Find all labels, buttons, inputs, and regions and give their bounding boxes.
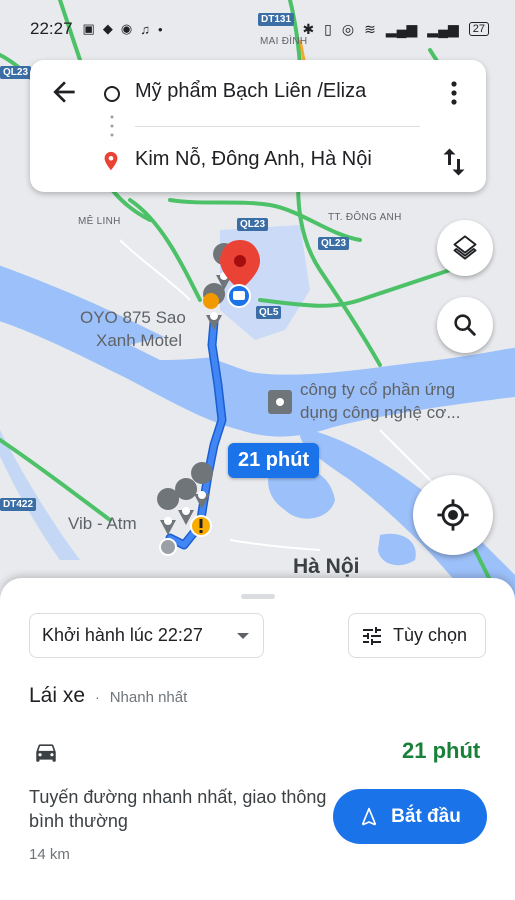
my-location-button[interactable] [413,475,493,555]
tune-icon [363,626,381,645]
destination-pin-icon [104,151,118,171]
map-label: MÊ LINH [78,216,121,227]
car-icon [36,744,56,762]
road-badge: DT131 [258,13,295,26]
depart-time-dropdown[interactable]: Khởi hành lúc 22:27 [29,613,264,658]
options-button[interactable]: Tùy chọn [348,613,486,658]
map-label: MAI ĐÌNH [260,36,308,47]
road-badge: QL5 [256,306,282,319]
status-right: ✱ ▯ ◎ ≋ ▂▄▆ ▂▄▆ 27 [302,21,489,38]
my-location-icon [437,499,469,531]
notification-icon: ◉ [120,21,133,36]
road-badge: QL23 [318,237,350,250]
mode-title: Lái xe [29,684,86,707]
search-along-route-button[interactable] [437,297,493,353]
sheet-drag-handle[interactable] [241,594,275,599]
origin-marker [159,538,177,556]
route-distance: 14 km [29,846,70,863]
navigation-icon [362,807,377,825]
mode-subtitle: Nhanh nhất [109,689,188,706]
bluetooth-icon: ✱ [302,20,315,37]
separator-dot: · [95,689,100,705]
location-icon: ◎ [341,20,355,37]
route-description: Tuyến đường nhanh nhất, giao thông bình … [29,787,327,831]
depart-time-label: Khởi hành lúc 22:27 [42,625,203,645]
more-vert-icon[interactable] [442,76,466,110]
connector-dots [110,115,114,137]
options-label: Tùy chọn [393,625,468,645]
map-label: TT. ĐÔNG ANH [328,212,402,223]
road-badge: QL23 [0,66,32,79]
place-label-line: dụng công nghệ cơ... [300,403,461,422]
signal-icon: ▂▄▆ [385,20,418,37]
notification-icon: ▣ [82,21,95,36]
status-bar: 22:27 ▣ ◆ ◉ ♫ • ✱ ▯ ◎ ≋ ▂▄▆ ▂▄▆ 27 [0,0,515,58]
route-bottom-sheet: Khởi hành lúc 22:27 Tùy chọn Lái xe · Nh… [0,578,515,900]
wifi-icon: ≋ [364,20,376,37]
divider [135,126,420,127]
place-label-motel[interactable]: OYO 875 Sao Xanh Motel [80,306,186,352]
start-navigation-button[interactable]: Bắt đầu [333,789,487,844]
signal-icon: ▂▄▆ [427,20,459,37]
start-label: Bắt đầu [391,805,461,827]
route-eta-label[interactable]: 21 phút [228,443,320,478]
layers-button[interactable] [437,220,493,276]
place-label-line: OYO 875 Sao [80,308,186,327]
directions-card: Mỹ phẩm Bạch Liên /Eliza Kim Nỗ, Đông An… [30,60,486,192]
place-label-company[interactable]: công ty cổ phần ứng dụng công nghệ cơ... [300,378,461,424]
city-label: Hà Nội [293,555,360,578]
swap-vert-icon[interactable] [436,144,472,180]
place-label-line: Xanh Motel [96,331,182,350]
chevron-down-icon [237,632,249,639]
road-badge: DT422 [0,498,37,511]
destination-field[interactable]: Kim Nỗ, Đông Anh, Hà Nội [135,148,372,171]
dot-icon: • [157,21,163,37]
search-icon [454,314,476,336]
road-badge: QL23 [237,218,269,231]
origin-field[interactable]: Mỹ phẩm Bạch Liên /Eliza [135,80,366,103]
layers-icon [453,235,477,260]
place-label-atm[interactable]: Vib - Atm [68,512,137,535]
notification-icon: ◆ [102,21,113,36]
route-duration: 21 phút [402,738,481,763]
origin-circle-icon [104,86,120,102]
hotel-icon [203,293,219,309]
status-time: 22:27 [30,19,73,38]
travel-mode-row: Lái xe · Nhanh nhất [29,684,187,708]
place-label-line: công ty cổ phần ứng [300,380,456,399]
battery-icon: 27 [468,22,489,36]
headphones-icon: ♫ [140,21,150,37]
vibrate-icon: ▯ [324,20,332,37]
arrow-left-icon[interactable] [48,76,80,108]
